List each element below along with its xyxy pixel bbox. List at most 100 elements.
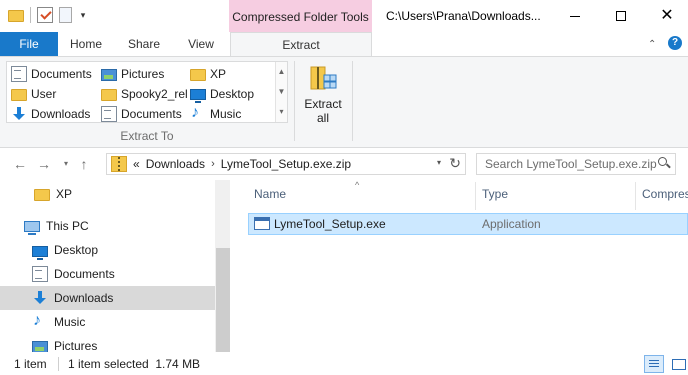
nav-item-label: Pictures: [54, 339, 98, 352]
extract-all-button[interactable]: Extract all: [300, 61, 346, 127]
nav-item-desktop[interactable]: Desktop: [0, 238, 215, 262]
extract-to-item[interactable]: Pictures: [101, 64, 164, 83]
maximize-icon: [616, 11, 626, 21]
documents-icon: [101, 105, 117, 122]
gallery-scrollbar[interactable]: ▲ ▼ ▾: [275, 62, 287, 122]
extract-to-group-label: Extract To: [120, 129, 174, 143]
nav-item-this-pc[interactable]: This PC: [0, 214, 215, 238]
ribbon-divider: [352, 61, 353, 141]
column-header-type[interactable]: Type: [482, 187, 508, 205]
maximize-button[interactable]: [598, 0, 644, 32]
extract-to-label: Pictures: [121, 66, 165, 81]
status-bar: 1 item 1 item selected 1.74 MB: [0, 352, 688, 375]
extract-to-label: Documents: [31, 66, 92, 81]
file-type: Application: [482, 217, 541, 231]
gallery-scroll-down-icon[interactable]: ▼: [276, 82, 287, 102]
properties-icon[interactable]: [37, 7, 53, 23]
extract-to-item[interactable]: Downloads: [11, 104, 90, 123]
tab-extract[interactable]: Extract: [230, 32, 372, 57]
up-button[interactable]: ↑: [76, 156, 92, 172]
column-divider[interactable]: [475, 182, 476, 210]
scrollbar-thumb[interactable]: [216, 248, 230, 352]
file-list: ^ Name Type Compres LymeTool_Setup.exe A…: [232, 180, 688, 352]
documents-icon: [11, 65, 27, 82]
nav-item-xp[interactable]: XP: [0, 182, 215, 206]
ribbon-tabs: File Home Share View Extract ⌃ ?: [0, 32, 688, 57]
new-folder-icon[interactable]: [59, 7, 72, 23]
context-tab-title: Compressed Folder Tools: [229, 0, 372, 32]
folder-icon: [101, 88, 117, 101]
tab-home[interactable]: Home: [58, 32, 114, 56]
column-header-compressed-size[interactable]: Compres: [642, 187, 688, 205]
selection-info: 1 item selected 1.74 MB: [68, 357, 201, 371]
navigation-pane: XP This PC Desktop Documents Downloads M…: [0, 180, 230, 352]
nav-item-downloads[interactable]: Downloads: [0, 286, 215, 310]
desktop-icon: [32, 245, 48, 260]
sort-ascending-icon: ^: [355, 180, 360, 190]
tab-file[interactable]: File: [0, 32, 58, 56]
extract-to-item[interactable]: Desktop: [190, 84, 254, 103]
nav-item-label: Downloads: [54, 291, 114, 305]
extract-to-label: Music: [210, 106, 242, 121]
status-divider: [58, 357, 59, 371]
nav-item-music[interactable]: Music: [0, 310, 215, 334]
nav-item-label: This PC: [46, 219, 89, 233]
ribbon-right-controls: ⌃ ?: [648, 36, 682, 50]
collapse-ribbon-icon[interactable]: ⌃: [648, 40, 658, 50]
tab-view[interactable]: View: [174, 32, 228, 56]
quick-access-toolbar: ▾: [8, 7, 88, 23]
music-icon: [32, 312, 48, 330]
extract-to-item[interactable]: User: [11, 84, 56, 103]
close-button[interactable]: ✕: [644, 0, 688, 32]
downloads-icon: [32, 290, 48, 306]
nav-item-pictures[interactable]: Pictures: [0, 334, 215, 352]
gallery-more-icon[interactable]: ▾: [276, 102, 287, 122]
recent-locations-dropdown[interactable]: ▾: [58, 156, 74, 172]
search-input[interactable]: Search LymeTool_Setup.exe.zip: [476, 153, 676, 175]
extract-to-label: Documents: [121, 106, 182, 121]
minimize-button[interactable]: [552, 0, 598, 32]
extract-all-icon: [309, 63, 337, 93]
extract-to-item[interactable]: XP: [190, 64, 226, 83]
extract-to-item[interactable]: Documents: [11, 64, 92, 83]
nav-item-label: Documents: [54, 267, 115, 281]
gallery-scroll-up-icon[interactable]: ▲: [276, 62, 287, 82]
pictures-icon: [101, 68, 117, 81]
extract-to-item[interactable]: Spooky2_rel: [101, 84, 188, 103]
column-divider[interactable]: [635, 182, 636, 210]
this-pc-icon: [24, 221, 40, 235]
breadcrumb-separator[interactable]: ›: [211, 158, 215, 170]
tab-share[interactable]: Share: [116, 32, 172, 56]
breadcrumb-zip[interactable]: LymeTool_Setup.exe.zip: [221, 157, 351, 171]
navigation-pane-scrollbar[interactable]: [215, 180, 230, 352]
documents-icon: [32, 266, 48, 282]
back-button[interactable]: ←: [12, 156, 28, 172]
extract-all-label-line2: all: [316, 111, 329, 125]
column-header-name[interactable]: Name: [254, 187, 286, 205]
details-view-icon[interactable]: [644, 355, 664, 373]
help-icon[interactable]: ?: [668, 36, 682, 50]
title-bar: ▾ Compressed Folder Tools C:\Users\Prana…: [0, 0, 688, 32]
large-icons-view-icon[interactable]: [668, 355, 688, 373]
zip-folder-icon: [111, 156, 127, 172]
forward-button[interactable]: →: [36, 156, 52, 172]
address-bar[interactable]: « Downloads › LymeTool_Setup.exe.zip ▾ ↻: [106, 153, 466, 175]
nav-item-label: Music: [54, 315, 86, 329]
customize-toolbar-dropdown[interactable]: ▾: [78, 10, 88, 21]
nav-item-documents[interactable]: Documents: [0, 262, 215, 286]
extract-to-label: Desktop: [210, 86, 255, 101]
breadcrumb-downloads[interactable]: Downloads: [146, 157, 205, 171]
folder-icon: [190, 68, 206, 81]
search-icon[interactable]: [658, 157, 670, 169]
navigation-bar: ← → ▾ ↑ « Downloads › LymeTool_Setup.exe…: [0, 148, 688, 180]
address-overflow[interactable]: «: [133, 157, 140, 171]
extract-to-item[interactable]: Documents: [101, 104, 182, 123]
refresh-icon[interactable]: ↻: [449, 155, 461, 172]
extract-to-item[interactable]: Music: [190, 104, 241, 123]
address-dropdown-icon[interactable]: ▾: [437, 158, 441, 167]
table-row[interactable]: LymeTool_Setup.exe Application: [248, 213, 688, 235]
extract-to-label: XP: [210, 66, 227, 81]
window-title: C:\Users\Prana\Downloads...: [386, 9, 541, 23]
music-icon: [190, 104, 206, 122]
search-placeholder: Search LymeTool_Setup.exe.zip: [485, 157, 657, 171]
